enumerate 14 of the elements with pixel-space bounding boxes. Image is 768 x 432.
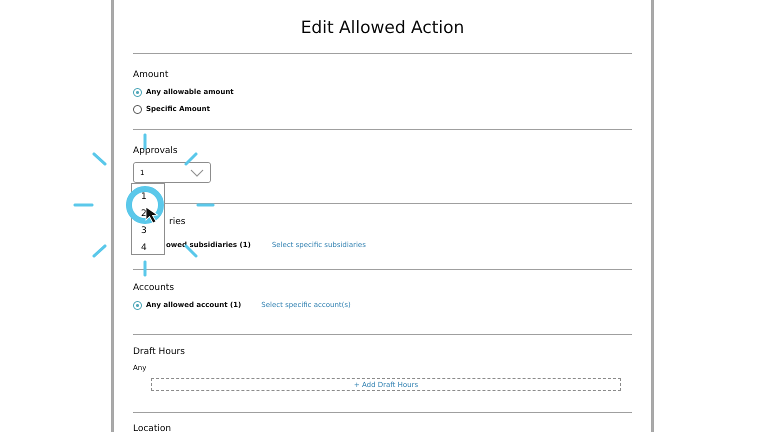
section-heading: Approvals — [133, 145, 179, 157]
chevron-down-icon — [190, 168, 204, 176]
radio-button[interactable] — [133, 104, 142, 114]
dropdown-option[interactable]: 3 — [132, 223, 164, 240]
section-heading: Accounts — [133, 282, 176, 294]
dropdown-option[interactable]: 1 — [132, 189, 164, 206]
section-heading: Draft Hours — [133, 346, 186, 358]
radio-button[interactable] — [133, 88, 142, 96]
radio-button[interactable] — [133, 300, 142, 310]
page-title: Edit Allowed Action — [300, 17, 466, 40]
section-heading: ries — [168, 216, 186, 228]
section-heading: Amount — [133, 69, 170, 81]
section-heading: Location — [133, 423, 172, 432]
dropdown-option[interactable]: 4 — [132, 240, 164, 257]
